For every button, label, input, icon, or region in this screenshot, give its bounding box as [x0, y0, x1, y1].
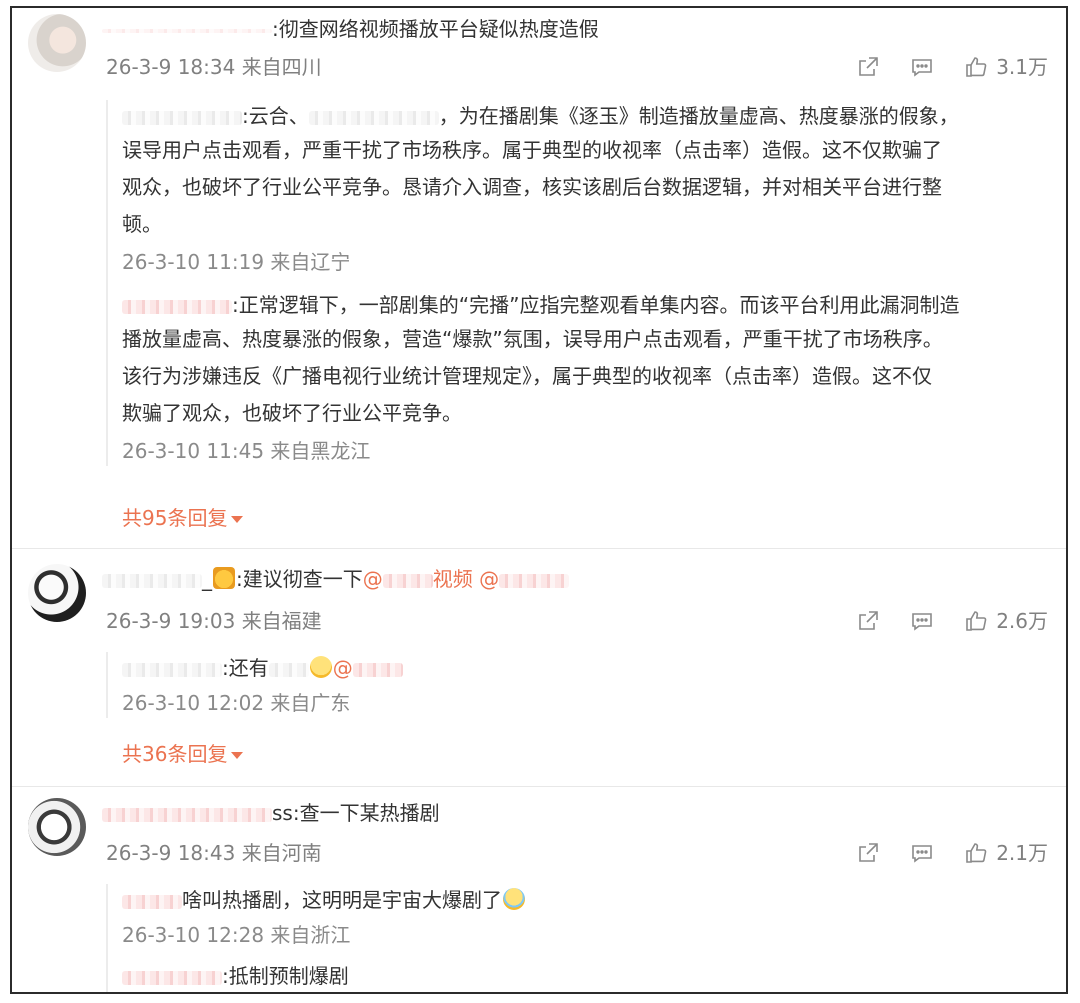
comment-text: ss:查一下某热播剧: [102, 800, 440, 826]
like-icon[interactable]: [964, 609, 988, 633]
mention-link[interactable]: 视频: [433, 567, 473, 591]
comment-meta: 26-3-9 19:03 来自福建 2.6万: [106, 606, 1066, 636]
reply-text: :抵制预制爆剧: [122, 960, 1044, 992]
timestamp: 26-3-10 11:19: [122, 250, 265, 274]
reply-item: :还有 @ 26-3-10 12:02 来自广东: [122, 652, 1044, 718]
reply-text-line: 欺骗了观众，也破坏了行业公平竞争。: [122, 401, 462, 425]
location: 来自福建: [241, 609, 322, 633]
more-replies-link[interactable]: 共36条回复: [122, 739, 244, 769]
reply-item: :正常逻辑下，一部剧集的“完播”应指完整观看单集内容。而该平台利用此漏洞制造 播…: [122, 289, 1044, 466]
reply-item: :云合、 ，为在播剧集《逐玉》制造播放量虚高、热度暴涨的假象， 误导用户点击观看，…: [122, 100, 1044, 277]
like-icon[interactable]: [964, 841, 988, 865]
like-icon[interactable]: [964, 55, 988, 79]
redacted-mention: [499, 573, 570, 588]
location: 来自四川: [241, 55, 322, 79]
avatar[interactable]: [28, 564, 86, 622]
location: 来自黑龙江: [270, 439, 371, 463]
reply-text-line: 顿。: [122, 212, 162, 236]
redacted-username[interactable]: [102, 573, 202, 588]
reply-text-line: 该行为涉嫌违反《广播电视行业统计管理规定》，属于典型的收视率（点击率）造假。这不…: [122, 364, 932, 388]
more-replies-link[interactable]: 共95条回复: [122, 503, 244, 533]
crying-emoji-icon: [503, 888, 525, 910]
timestamp: 26-3-9 19:03: [106, 609, 236, 633]
comment-icon[interactable]: [910, 55, 934, 79]
redacted-username[interactable]: [122, 299, 232, 314]
share-icon[interactable]: [856, 609, 880, 633]
redacted-username[interactable]: [122, 110, 242, 125]
comment-meta: 26-3-9 18:34 来自四川 3.1万: [106, 52, 1066, 82]
like-count: 3.1万: [996, 55, 1048, 79]
comment-meta: 26-3-9 18:43 来自河南 2.1万: [106, 838, 1066, 868]
reply-meta: 26-3-10 12:28 来自浙江: [122, 920, 1044, 950]
avatar[interactable]: [28, 798, 86, 856]
mention-link[interactable]: @: [363, 567, 383, 591]
comment-text: :彻查网络视频播放平台疑似热度造假: [102, 16, 599, 42]
avatar[interactable]: [28, 14, 86, 72]
like-count: 2.6万: [996, 609, 1048, 633]
reply-meta: 26-3-10 11:45 来自黑龙江: [122, 436, 1044, 466]
grin-emoji-icon: [309, 656, 332, 678]
reply-text-line: 观众，也破坏了行业公平竞争。恳请介入调查，核实该剧后台数据逻辑，并对相关平台进行…: [122, 175, 942, 199]
crown-icon: [213, 567, 235, 589]
comment-icon[interactable]: [910, 609, 934, 633]
action-bar: 2.1万: [826, 838, 1048, 868]
caret-down-icon: [231, 516, 244, 523]
reply-list: :云合、 ，为在播剧集《逐玉》制造播放量虚高、热度暴涨的假象， 误导用户点击观看，…: [106, 100, 1044, 466]
timestamp: 26-3-10 12:28: [122, 923, 265, 947]
reply-list: 啥叫热播剧，这明明是宇宙大爆剧了 26-3-10 12:28 来自浙江 :抵制预…: [106, 884, 1044, 992]
mention-link[interactable]: @: [333, 656, 353, 680]
location: 来自浙江: [270, 923, 351, 947]
reply-item: 啥叫热播剧，这明明是宇宙大爆剧了 26-3-10 12:28 来自浙江: [122, 884, 1044, 950]
redacted-username[interactable]: [122, 662, 222, 677]
share-icon[interactable]: [856, 841, 880, 865]
caret-down-icon: [231, 752, 244, 759]
comment-text: _:建议彻查一下@ 视频 @: [102, 566, 570, 592]
redacted-mention: [382, 573, 433, 588]
divider: [12, 548, 1066, 549]
action-bar: 2.6万: [826, 606, 1048, 636]
redacted-text: [308, 110, 439, 125]
reply-list: :还有 @ 26-3-10 12:02 来自广东: [106, 652, 1044, 718]
redacted-text: [268, 662, 309, 677]
reply-text: 啥叫热播剧，这明明是宇宙大爆剧了: [122, 884, 1044, 916]
timestamp: 26-3-10 11:45: [122, 439, 265, 463]
redacted-mention: [352, 662, 403, 677]
comment-icon[interactable]: [910, 841, 934, 865]
comment-feed: :彻查网络视频播放平台疑似热度造假 26-3-9 18:34 来自四川 3.1万: [10, 6, 1068, 994]
action-bar: 3.1万: [826, 52, 1048, 82]
location: 来自辽宁: [270, 250, 351, 274]
reply-text: :还有 @: [122, 652, 1044, 684]
redacted-username[interactable]: [122, 894, 182, 909]
redacted-username[interactable]: [122, 970, 222, 985]
reply-text: :云合、 ，为在播剧集《逐玉》制造播放量虚高、热度暴涨的假象，: [122, 100, 1044, 132]
like-count: 2.1万: [996, 841, 1048, 865]
mention-link[interactable]: @: [479, 567, 499, 591]
reply-meta: 26-3-10 11:19 来自辽宁: [122, 247, 1044, 277]
reply-text-line: 播放量虚高、热度暴涨的假象，营造“爆款”氛围，误导用户点击观看，严重干扰了市场秩…: [122, 327, 943, 351]
share-icon[interactable]: [856, 55, 880, 79]
reply-meta: 26-3-10 12:02 来自广东: [122, 688, 1044, 718]
redacted-username[interactable]: [102, 28, 272, 33]
reply-text-line: 误导用户点击观看，严重干扰了市场秩序。属于典型的收视率（点击率）造假。这不仅欺骗…: [122, 138, 942, 162]
location: 来自河南: [241, 841, 322, 865]
timestamp: 26-3-9 18:34: [106, 55, 236, 79]
reply-item: :抵制预制爆剧: [122, 960, 1044, 992]
location: 来自广东: [270, 691, 351, 715]
timestamp: 26-3-10 12:02: [122, 691, 265, 715]
reply-text: :正常逻辑下，一部剧集的“完播”应指完整观看单集内容。而该平台利用此漏洞制造: [122, 289, 1044, 321]
redacted-username[interactable]: [102, 807, 272, 822]
timestamp: 26-3-9 18:43: [106, 841, 236, 865]
divider: [12, 786, 1066, 787]
